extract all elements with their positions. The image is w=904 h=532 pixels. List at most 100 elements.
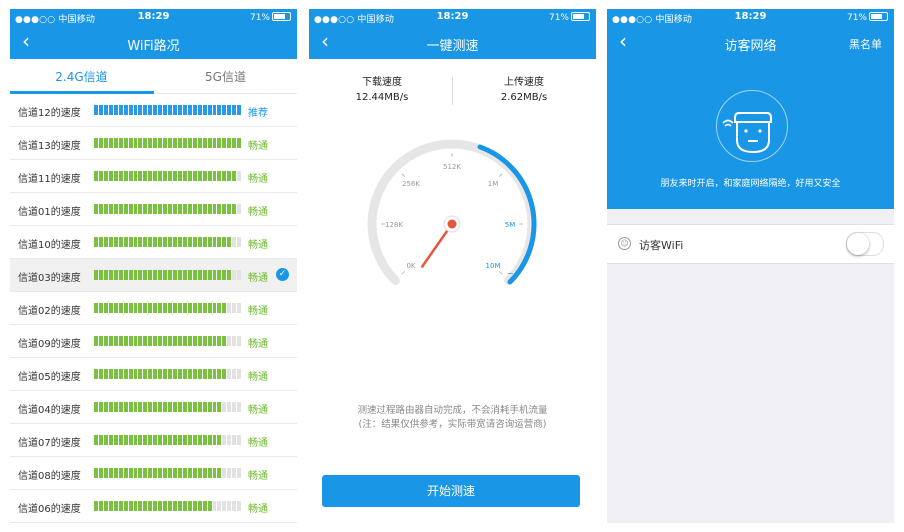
channel-row[interactable]: 信道11的速度 畅通 bbox=[10, 160, 297, 193]
speed-bar-segment bbox=[232, 402, 237, 412]
speed-bar-segment bbox=[197, 369, 202, 379]
speed-bar-segment bbox=[187, 369, 192, 379]
battery-icon bbox=[869, 12, 888, 21]
channel-name: 信道03的速度 bbox=[18, 273, 81, 284]
speed-bar-segment bbox=[217, 237, 222, 247]
nav-bar: ‹ WiFi路况 bbox=[10, 26, 297, 59]
guest-wifi-toggle[interactable] bbox=[846, 232, 884, 256]
channel-row[interactable]: 信道13的速度 畅通 bbox=[10, 127, 297, 160]
speed-bar-segment bbox=[168, 171, 172, 181]
channel-row[interactable]: 信道07的速度 畅通 bbox=[10, 424, 297, 457]
speed-bar-segment bbox=[163, 369, 168, 379]
speed-bar-segment bbox=[113, 270, 118, 280]
channel-row[interactable]: 信道08的速度 畅通 bbox=[10, 457, 297, 490]
channel-row[interactable]: 信道05的速度 畅通 bbox=[10, 358, 297, 391]
speed-bar-segment bbox=[197, 204, 202, 214]
speed-bar-segment bbox=[163, 204, 168, 214]
speed-bar-segment bbox=[128, 303, 133, 313]
speed-bar-segment bbox=[227, 171, 232, 181]
speed-bar-segment bbox=[158, 468, 163, 478]
speed-bar-segment bbox=[177, 237, 182, 247]
gauge-tick-mark bbox=[401, 173, 405, 177]
speed-bar-segment bbox=[128, 435, 133, 445]
speed-bar-segment bbox=[143, 336, 148, 346]
speed-bar-segment bbox=[232, 369, 237, 379]
speed-bar-segment bbox=[237, 468, 242, 478]
speed-bar-segment bbox=[118, 402, 123, 412]
status-bar: ●●●○○ 中国移动 18:29 71% bbox=[607, 9, 894, 26]
speed-bar-segment bbox=[217, 105, 222, 115]
channel-row[interactable]: 信道02的速度 畅通 bbox=[10, 292, 297, 325]
channel-row[interactable]: 信道12的速度 推荐 bbox=[10, 94, 297, 127]
speed-bar-segment bbox=[237, 171, 242, 181]
channel-row[interactable]: 信道03的速度 畅通 ✓ bbox=[10, 259, 297, 292]
channel-row[interactable]: 信道09的速度 畅通 bbox=[10, 325, 297, 358]
speed-bar-segment bbox=[237, 270, 242, 280]
speed-bar-segment bbox=[187, 237, 192, 247]
speed-bar-segment bbox=[212, 468, 217, 478]
speed-bar-segment bbox=[133, 237, 138, 247]
speed-bar-segment bbox=[163, 138, 168, 148]
channel-name: 信道13的速度 bbox=[18, 141, 81, 152]
gauge-ticks: 0K 128K 256K 512K 1M 5M 10M bbox=[381, 153, 523, 275]
speed-bar-segment bbox=[192, 336, 197, 346]
speed-bar-segment bbox=[232, 138, 237, 148]
speed-bar-segment bbox=[237, 237, 242, 247]
speed-bar-segment bbox=[232, 204, 237, 214]
speed-bar-segment bbox=[148, 270, 153, 280]
blacklist-button[interactable]: 黑名单 bbox=[849, 36, 882, 52]
speed-bar-segment bbox=[113, 402, 118, 412]
tab-2g[interactable]: 2.4G信道 bbox=[10, 68, 153, 85]
speed-bar-segment bbox=[168, 237, 172, 247]
speed-bar-segment bbox=[187, 303, 192, 313]
speed-bar-segment bbox=[177, 435, 182, 445]
speed-bar-segment bbox=[153, 237, 158, 247]
speed-bar-segment bbox=[153, 270, 158, 280]
speed-bar-segment bbox=[128, 402, 133, 412]
channel-status: 畅通 bbox=[248, 273, 268, 284]
speed-bar-segment bbox=[103, 237, 108, 247]
speed-bar-segment bbox=[153, 105, 158, 115]
gauge-tick-label: 128K bbox=[385, 221, 403, 229]
speed-bar-segment bbox=[212, 237, 217, 247]
tab-5g[interactable]: 5G信道 bbox=[154, 68, 297, 85]
speed-bar-segment bbox=[192, 204, 197, 214]
gauge-tick-mark bbox=[499, 173, 503, 177]
speed-bar-segment bbox=[128, 138, 133, 148]
speed-bar-segment bbox=[187, 501, 192, 511]
speed-bar-segment bbox=[217, 468, 222, 478]
speed-bar-segment bbox=[103, 105, 108, 115]
speed-bar-segment bbox=[202, 237, 207, 247]
start-test-button[interactable]: 开始测速 bbox=[322, 475, 580, 507]
status-bar: ●●●○○ 中国移动 18:29 71% bbox=[309, 9, 596, 26]
speed-bar-segment bbox=[148, 501, 153, 511]
guest-description: 朋友来时开启，和家庭网络隔绝，好用又安全 bbox=[660, 179, 841, 189]
speed-bar-segment bbox=[123, 435, 128, 445]
speed-bar-segment bbox=[222, 237, 227, 247]
speed-bar-segment bbox=[182, 369, 187, 379]
speed-bar-segment bbox=[168, 369, 172, 379]
speed-bar-segment bbox=[163, 270, 168, 280]
channel-row[interactable]: 信道10的速度 畅通 bbox=[10, 226, 297, 259]
channel-row[interactable]: 信道06的速度 畅通 bbox=[10, 490, 297, 523]
speed-bar-segment bbox=[123, 237, 128, 247]
speed-bar-segment bbox=[227, 336, 232, 346]
speed-bar-segment bbox=[123, 171, 128, 181]
speed-bar-segment bbox=[168, 402, 172, 412]
speed-bar-segment bbox=[143, 468, 148, 478]
speed-bar-segment bbox=[98, 237, 103, 247]
guest-wifi-row[interactable]: ☺ 访客WiFi bbox=[607, 224, 894, 264]
speed-bar-segment bbox=[227, 303, 232, 313]
speed-bar-segment bbox=[113, 501, 118, 511]
speed-bar-segment bbox=[108, 369, 113, 379]
speed-bar-segment bbox=[182, 336, 187, 346]
speed-bar-segment bbox=[103, 138, 108, 148]
speed-bar-segment bbox=[108, 468, 113, 478]
speed-bar-segment bbox=[237, 204, 242, 214]
speed-bar-segment bbox=[202, 270, 207, 280]
channel-row[interactable]: 信道04的速度 畅通 bbox=[10, 391, 297, 424]
channel-row[interactable]: 信道01的速度 畅通 bbox=[10, 193, 297, 226]
speed-bar-segment bbox=[128, 336, 133, 346]
speed-bar-segment bbox=[168, 270, 172, 280]
battery-label: 71% bbox=[548, 13, 569, 23]
